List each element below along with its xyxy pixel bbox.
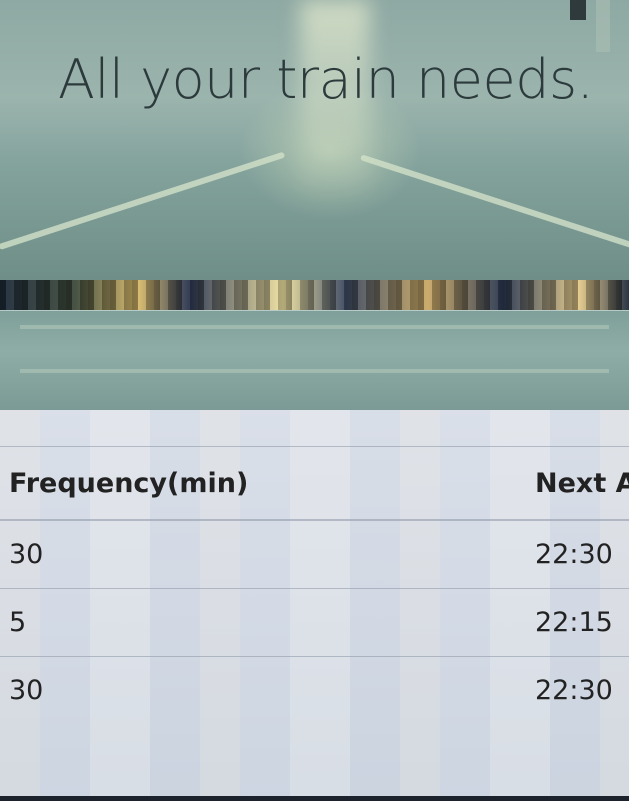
table-header-row: Frequency(min) Next A bbox=[0, 446, 629, 521]
column-header-frequency: Frequency(min) bbox=[0, 446, 526, 521]
background-band bbox=[0, 310, 629, 411]
band-line bbox=[20, 369, 609, 373]
hero-overflow-mark-2 bbox=[596, 0, 610, 52]
hero-rail-right bbox=[360, 154, 629, 253]
train-schedule-table: Frequency(min) Next A 30 22:30 5 22:15 3… bbox=[0, 446, 629, 724]
footer-bar bbox=[0, 796, 629, 801]
table-row: 30 22:30 bbox=[0, 519, 629, 589]
frequency-cell: 30 bbox=[0, 519, 526, 589]
hero-title: All your train needs. bbox=[58, 48, 594, 111]
next-arrival-cell: 22:15 bbox=[526, 588, 629, 657]
hero-banner: All your train needs. bbox=[0, 0, 629, 280]
band-line bbox=[20, 325, 609, 329]
table-row: 30 22:30 bbox=[0, 656, 629, 724]
next-arrival-cell: 22:30 bbox=[526, 519, 629, 589]
decorative-image-strip bbox=[0, 280, 629, 310]
hero-rail-left bbox=[0, 151, 286, 250]
table-row: 5 22:15 bbox=[0, 588, 629, 657]
frequency-cell: 5 bbox=[0, 588, 526, 657]
train-schedule-panel: Frequency(min) Next A 30 22:30 5 22:15 3… bbox=[0, 410, 629, 796]
hero-overflow-mark bbox=[570, 0, 586, 20]
next-arrival-cell: 22:30 bbox=[526, 656, 629, 724]
column-header-next-arrival: Next A bbox=[526, 446, 629, 521]
frequency-cell: 30 bbox=[0, 656, 526, 724]
